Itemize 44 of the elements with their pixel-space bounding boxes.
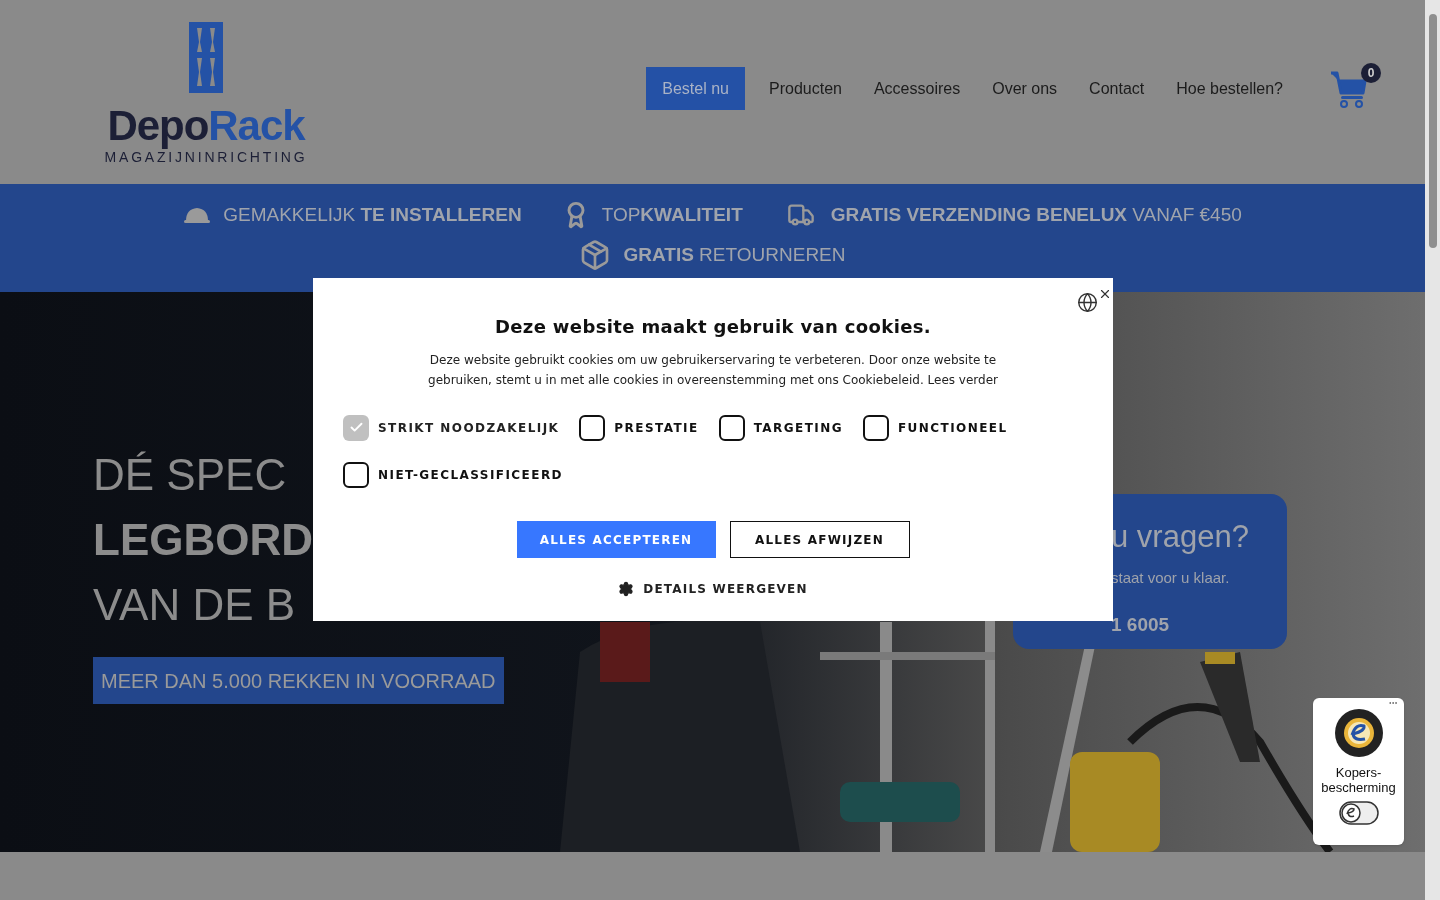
- dialog-text: Deze website gebruikt cookies om uw gebruikerservaring te verbeteren. Door onze website te gebruiken, stemt u in met alle cookies in overeenstemming met ons Cookiebeleid. Lees verder: [427, 352, 999, 389]
- trust-badge[interactable]: Kopers-bescherming: [1313, 698, 1404, 845]
- checkbox-label: NIET-GECLASSIFICEERD: [378, 466, 563, 484]
- hero-heading-line: LEGBORD: [93, 514, 313, 566]
- seal-icon: [1333, 708, 1384, 758]
- buyer-protection-text: Kopers-bescherming: [1320, 765, 1397, 795]
- usp-text: GEMAKKELIJK TE INSTALLEREN: [223, 202, 522, 227]
- toggle-icon[interactable]: [1338, 801, 1379, 825]
- checkbox-label: TARGETING: [753, 419, 843, 437]
- contact-card-title: u vragen?: [1111, 518, 1249, 556]
- checkbox-label: FUNCTIONEEL: [897, 419, 1008, 437]
- checkbox[interactable]: [862, 414, 889, 441]
- details-button[interactable]: DETAILS WEERGEVEN: [618, 580, 808, 598]
- stock-banner: MEER DAN 5.000 REKKEN IN VOORRAAD: [93, 657, 504, 704]
- rack-logo-icon: [189, 22, 223, 93]
- logo-tagline: MAGAZIJNINRICHTING: [104, 149, 308, 167]
- hero-heading-line: DÉ SPEC: [93, 449, 287, 501]
- usp-text: TOPKWALITEIT: [601, 202, 743, 227]
- check-icon: [348, 420, 364, 435]
- hero-heading-line: VAN DE B: [93, 579, 296, 631]
- reject-all-button[interactable]: ALLES AFWIJZEN: [729, 521, 910, 558]
- checkbox-label: PRESTATIE: [614, 419, 699, 437]
- close-icon[interactable]: [1098, 287, 1112, 301]
- checkbox[interactable]: [718, 414, 745, 441]
- gear-icon: [618, 581, 635, 597]
- scrollbar[interactable]: [1425, 0, 1440, 900]
- cart-count: 0: [1361, 62, 1381, 83]
- nav-link[interactable]: Hoe bestellen?: [1160, 67, 1299, 110]
- logo-wordmark[interactable]: DepoRack: [107, 105, 305, 147]
- usp-text: GRATIS VERZENDING BENELUX VANAF €450: [830, 202, 1242, 227]
- order-now-button[interactable]: Bestel nu: [646, 67, 745, 110]
- usp-text: GRATIS RETOURNEREN: [623, 242, 846, 267]
- language-icon[interactable]: [1077, 292, 1098, 313]
- contact-card-phone: 1 6005: [1111, 613, 1170, 637]
- nav-link[interactable]: Contact: [1073, 67, 1161, 110]
- accept-all-button[interactable]: ALLES ACCEPTEREN: [516, 521, 716, 558]
- checkbox[interactable]: [579, 414, 606, 441]
- nav-link[interactable]: Over ons: [976, 67, 1074, 110]
- checkbox[interactable]: [343, 461, 369, 488]
- nav-link[interactable]: Producten: [753, 67, 858, 110]
- nav-link[interactable]: Accessoires: [857, 67, 977, 110]
- contact-card-text: staat voor u klaar.: [1111, 567, 1230, 588]
- dialog-title: Deze website maakt gebruik van cookies.: [494, 315, 932, 339]
- checkbox-label: STRIKT NOODZAKELIJK: [378, 419, 560, 437]
